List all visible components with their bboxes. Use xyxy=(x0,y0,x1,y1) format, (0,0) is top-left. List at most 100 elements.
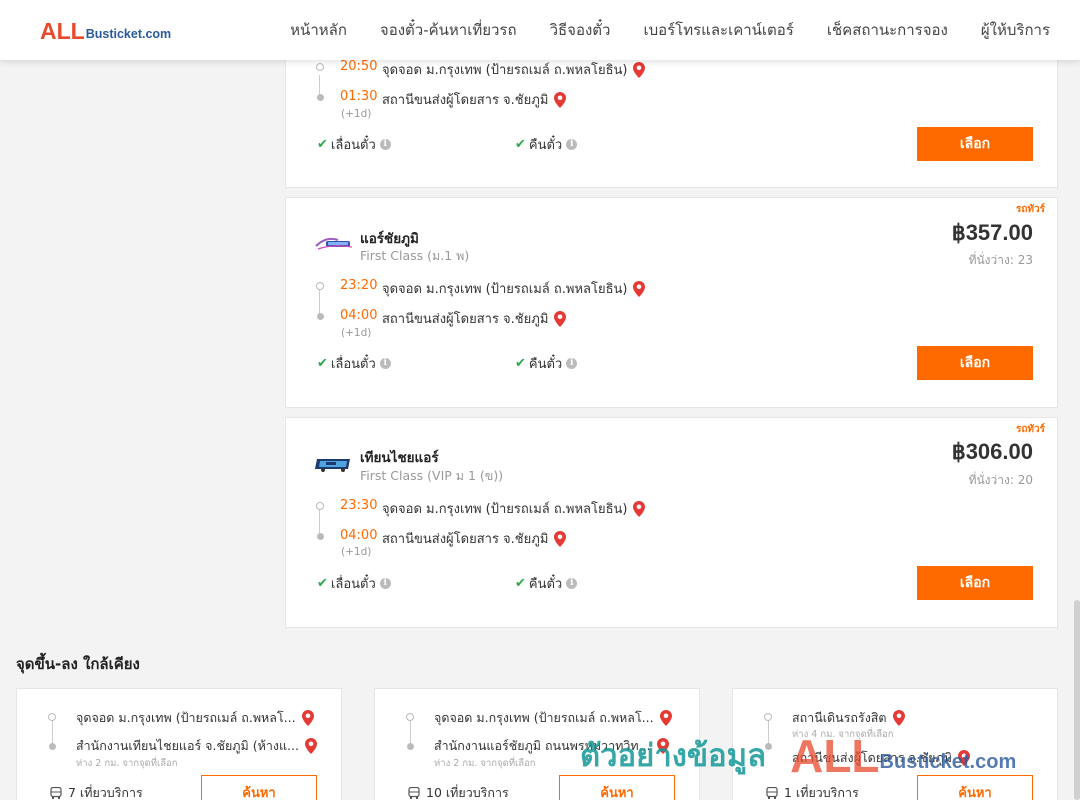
seat-class: First Class (VIP ม 1 (ข)) xyxy=(360,468,504,483)
nearby-origin-distance: ห่าง 4 กม. จากจุดที่เลือก xyxy=(792,729,894,740)
map-pin-icon[interactable] xyxy=(554,310,567,327)
departure-stop-name: จุดจอด ม.กรุงเทพ (ป้ายรถเมล์ ถ.พหลโยธิน) xyxy=(382,502,628,517)
map-pin-icon[interactable] xyxy=(304,738,317,754)
bus-icon xyxy=(50,787,62,799)
bus-type-tag: รถทัวร์ xyxy=(1015,204,1045,215)
departure-time: 23:20 xyxy=(340,278,378,293)
arrival-stop: สถานีขนส่งผู้โดยสาร จ.ชัยภูมิ xyxy=(382,528,567,549)
nearby-origin-name: จุดจอด ม.กรุงเทพ (ป้ายรถเมล์ ถ.พหลโ... xyxy=(76,710,296,725)
departure-stop: จุดจอด ม.กรุงเทพ (ป้ายรถเมล์ ถ.พหลโยธิน) xyxy=(382,278,646,299)
check-icon: ✔ xyxy=(317,356,328,371)
search-button[interactable]: ค้นหา xyxy=(559,775,675,800)
select-button[interactable]: เลือก xyxy=(917,566,1033,600)
map-pin-icon[interactable] xyxy=(554,530,567,547)
departure-stop: จุดจอด ม.กรุงเทพ (ป้ายรถเมล์ ถ.พหลโยธิน) xyxy=(382,59,646,80)
nav-book-ticket[interactable]: จองตั๋ว-ค้นหาเที่ยวรถ xyxy=(380,18,517,42)
nearby-trips: 7 เที่ยวบริการ xyxy=(50,783,143,800)
map-pin-icon[interactable] xyxy=(656,738,669,754)
seats-available: ที่นั่งว่าง: 20 xyxy=(968,473,1033,487)
ticket-price: ฿306.00 xyxy=(951,439,1033,464)
nearby-section-title: จุดขึ้น-ลง ใกล้เคียง xyxy=(16,655,140,673)
departure-dot xyxy=(316,282,324,290)
nearby-route-card: จุดจอด ม.กรุงเทพ (ป้ายรถเมล์ ถ.พหลโ... ส… xyxy=(374,688,700,800)
site-logo[interactable]: ALL Busticket.com xyxy=(40,18,171,44)
result-card: รถทัวร์ เทียนไชยแอร์ First Class (VIP ม … xyxy=(285,417,1058,628)
nav-providers[interactable]: ผู้ให้บริการ xyxy=(981,18,1050,42)
nearby-trips-count: 7 เที่ยวบริการ xyxy=(68,785,143,800)
map-pin-icon[interactable] xyxy=(633,61,646,78)
nearby-trips: 10 เที่ยวบริการ xyxy=(408,783,509,800)
departure-stop: จุดจอด ม.กรุงเทพ (ป้ายรถเมล์ ถ.พหลโยธิน) xyxy=(382,498,646,519)
departure-time: 20:50 xyxy=(340,59,378,74)
check-icon: ✔ xyxy=(317,137,328,152)
map-pin-icon[interactable] xyxy=(301,710,314,726)
info-icon[interactable]: i xyxy=(566,139,578,150)
departure-dot xyxy=(316,63,324,71)
map-pin-icon[interactable] xyxy=(554,91,567,108)
nearby-destination-name: สถานีขนส่งผู้โดยสาร จ.ชัยภูมิ xyxy=(792,750,952,765)
arrival-stop-name: สถานีขนส่งผู้โดยสาร จ.ชัยภูมิ xyxy=(382,93,549,108)
nav-how-to-book[interactable]: วิธีจองตั๋ว xyxy=(550,18,611,42)
result-card: รถทัวร์ แอร์ชัยภูมิ First Class (ม.1 พ) … xyxy=(285,197,1058,408)
departure-stop-name: จุดจอด ม.กรุงเทพ (ป้ายรถเมล์ ถ.พหลโยธิน) xyxy=(382,282,628,297)
destination-dot xyxy=(407,743,414,750)
arrival-stop-name: สถานีขนส่งผู้โดยสาร จ.ชัยภูมิ xyxy=(382,532,549,547)
info-icon[interactable]: i xyxy=(566,578,578,589)
arrival-stop: สถานีขนส่งผู้โดยสาร จ.ชัยภูมิ xyxy=(382,308,567,329)
operator-logo-icon xyxy=(315,459,350,472)
nearby-distance: ห่าง 2 กม. จากจุดที่เลือก xyxy=(76,758,178,769)
nearby-distance: ห่าง 2 กม. จากจุดที่เลือก xyxy=(434,758,536,769)
nearby-origin-name: จุดจอด ม.กรุงเทพ (ป้ายรถเมล์ ถ.พหลโ... xyxy=(434,710,654,725)
feature-refund-label: คืนตั๋ว xyxy=(528,138,563,153)
bus-icon xyxy=(408,787,420,799)
operator-name: เทียนไชยแอร์ xyxy=(360,450,439,466)
feature-change-label: เลื่อนตั๋ว xyxy=(330,357,376,372)
top-navbar: ALL Busticket.com หน้าหลัก จองตั๋ว-ค้นหา… xyxy=(0,0,1080,60)
map-pin-icon[interactable] xyxy=(633,280,646,297)
nearby-origin: จุดจอด ม.กรุงเทพ (ป้ายรถเมล์ ถ.พหลโ... xyxy=(434,708,672,728)
operator-logo-icon xyxy=(315,237,353,250)
logo-suffix: Busticket.com xyxy=(85,27,172,41)
origin-dot xyxy=(48,713,56,721)
check-icon: ✔ xyxy=(515,576,526,591)
nearby-destination: สำนักงานเทียนไชยแอร์ จ.ชัยภูมิ (ห้างแ... xyxy=(76,736,317,756)
logo-prefix: ALL xyxy=(40,18,85,44)
feature-refund-label: คืนตั๋ว xyxy=(528,577,563,592)
select-button[interactable]: เลือก xyxy=(917,346,1033,380)
info-icon[interactable]: i xyxy=(379,139,391,150)
feature-refund-ticket: ✔ คืนตั๋ว i xyxy=(515,134,578,155)
arrival-time: 04:00 xyxy=(340,308,378,323)
next-day-label: (+1d) xyxy=(341,108,372,120)
search-button[interactable]: ค้นหา xyxy=(917,775,1033,800)
map-pin-icon[interactable] xyxy=(958,750,970,766)
nav-check-status[interactable]: เช็คสถานะการจอง xyxy=(827,18,948,42)
main-nav: หน้าหลัก จองตั๋ว-ค้นหาเที่ยวรถ วิธีจองตั… xyxy=(257,0,1050,60)
nav-contact[interactable]: เบอร์โทรและเคาน์เตอร์ xyxy=(643,18,793,42)
bus-icon xyxy=(766,787,778,799)
check-icon: ✔ xyxy=(317,576,328,591)
search-button[interactable]: ค้นหา xyxy=(201,775,317,800)
origin-dot xyxy=(406,713,414,721)
feature-change-ticket: ✔ เลื่อนตั๋ว i xyxy=(317,573,391,594)
info-icon[interactable]: i xyxy=(566,358,578,369)
feature-change-ticket: ✔ เลื่อนตั๋ว i xyxy=(317,353,391,374)
seats-available: ที่นั่งว่าง: 23 xyxy=(968,253,1033,267)
map-pin-icon[interactable] xyxy=(633,500,646,517)
map-pin-icon[interactable] xyxy=(892,710,905,726)
nearby-destination: สถานีขนส่งผู้โดยสาร จ.ชัยภูมิ xyxy=(792,748,970,768)
check-icon: ✔ xyxy=(515,356,526,371)
info-icon[interactable]: i xyxy=(379,578,391,589)
map-pin-icon[interactable] xyxy=(659,710,672,726)
nearby-route-card: จุดจอด ม.กรุงเทพ (ป้ายรถเมล์ ถ.พหลโ... ส… xyxy=(16,688,342,800)
nav-home[interactable]: หน้าหลัก xyxy=(290,18,347,42)
nearby-trips-count: 1 เที่ยวบริการ xyxy=(784,785,859,800)
feature-refund-ticket: ✔ คืนตั๋ว i xyxy=(515,573,578,594)
nearby-destination-name: สำนักงานแอร์ชัยภูมิ ถนนพรหมวาทวิท... xyxy=(434,738,651,753)
next-day-label: (+1d) xyxy=(341,546,372,558)
info-icon[interactable]: i xyxy=(379,358,391,369)
departure-time: 23:30 xyxy=(340,498,378,513)
nearby-route-card: สถานีเดินรถรังสิต ห่าง 4 กม. จากจุดที่เล… xyxy=(732,688,1058,800)
arrival-time: 04:00 xyxy=(340,528,378,543)
select-button[interactable]: เลือก xyxy=(917,127,1033,161)
page-scrollbar[interactable] xyxy=(1074,600,1080,800)
